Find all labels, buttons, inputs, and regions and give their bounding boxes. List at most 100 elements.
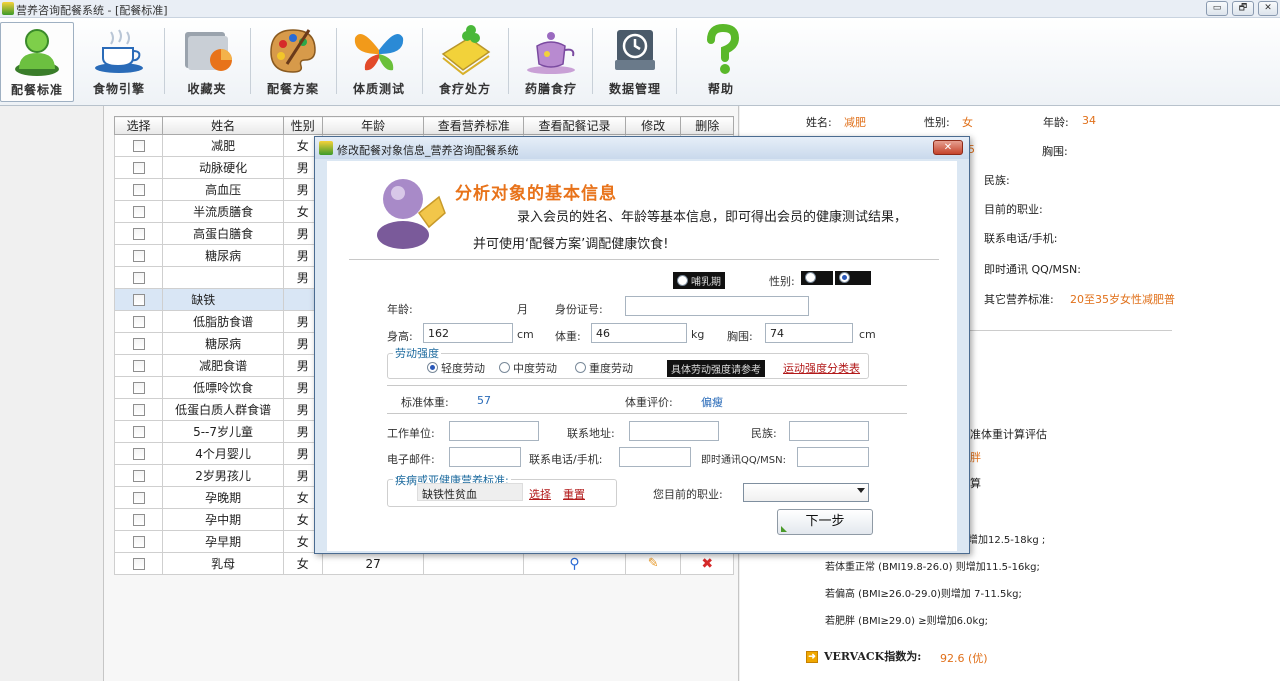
question-mark-icon	[707, 24, 740, 74]
row-select-cell[interactable]	[113, 134, 164, 157]
row-checkbox[interactable]	[132, 448, 145, 460]
restore-button[interactable]: 🗗	[1232, 1, 1254, 16]
close-button[interactable]: ✕	[1258, 1, 1278, 16]
toolbar-btn-medicinal-diet[interactable]: 药膳食疗	[510, 22, 592, 102]
toolbar-btn-constitution-test[interactable]: 体质测试	[338, 22, 420, 102]
row-select-cell[interactable]	[113, 332, 164, 355]
magnifier-icon[interactable]: ⚲	[569, 556, 579, 572]
row-select-cell[interactable]	[113, 266, 164, 289]
row-select-cell[interactable]	[113, 354, 164, 377]
row-checkbox[interactable]	[132, 338, 145, 350]
row-checkbox[interactable]	[132, 404, 145, 416]
ethnicity-input[interactable]	[789, 421, 869, 441]
toolbar-btn-diet-plan[interactable]: 配餐方案	[252, 22, 334, 102]
row-select-cell[interactable]	[113, 508, 164, 531]
col-header-nutrition-standard[interactable]: 查看营养标准	[423, 116, 525, 135]
id-number-input[interactable]	[625, 296, 809, 316]
chest-input[interactable]: 74	[765, 323, 853, 343]
height-unit: cm	[517, 328, 534, 341]
disease-select-link[interactable]: 选择	[529, 486, 551, 502]
row-select-cell[interactable]	[113, 178, 164, 201]
row-checkbox[interactable]	[132, 492, 145, 504]
disease-reset-link[interactable]: 重置	[563, 486, 585, 502]
toolbar-btn-data-management[interactable]: 数据管理	[594, 22, 676, 102]
row-select-cell[interactable]	[113, 552, 164, 575]
row-checkbox[interactable]	[132, 162, 145, 174]
toolbar-btn-favorites[interactable]: 收藏夹	[166, 22, 248, 102]
table-row[interactable]: 乳母女 27 ⚲ ✎ ✖	[113, 552, 734, 575]
row-checkbox[interactable]	[132, 470, 145, 482]
toolbar-btn-diet-standard[interactable]: 配餐标准	[0, 22, 74, 102]
labor-heavy-label: 重度劳动	[589, 362, 633, 375]
next-step-button[interactable]: 下一步	[777, 509, 873, 535]
height-input[interactable]: 162	[423, 323, 513, 343]
row-checkbox[interactable]	[132, 184, 145, 196]
row-select-cell[interactable]	[113, 420, 164, 443]
toolbar-btn-food-engine[interactable]: 食物引擎	[78, 22, 160, 102]
labor-medium-option[interactable]: 中度劳动	[499, 360, 557, 376]
row-checkbox[interactable]	[132, 514, 145, 526]
occupation-select[interactable]	[743, 483, 869, 502]
labor-classification-link[interactable]: 运动强度分类表	[783, 360, 860, 376]
row-checkbox[interactable]	[132, 536, 145, 548]
toolbar-btn-help[interactable]: 帮助	[680, 22, 762, 102]
row-checkbox[interactable]	[132, 206, 145, 218]
row-select-cell[interactable]	[113, 222, 164, 245]
dialog-close-button[interactable]: ✕	[933, 140, 963, 155]
labor-heavy-option[interactable]: 重度劳动	[575, 360, 633, 376]
row-view-standard-cell[interactable]	[423, 552, 525, 575]
row-select-cell[interactable]	[113, 200, 164, 223]
row-checkbox[interactable]	[132, 294, 145, 306]
address-input[interactable]	[629, 421, 719, 441]
gender-male-radio[interactable]	[801, 271, 833, 285]
row-select-cell[interactable]	[113, 442, 164, 465]
col-header-edit[interactable]: 修改	[624, 116, 682, 135]
col-header-age[interactable]: 年龄	[321, 116, 425, 135]
row-checkbox[interactable]	[132, 558, 145, 570]
row-delete-cell[interactable]: ✖	[680, 552, 734, 575]
detail-gender-value: 女	[962, 116, 973, 129]
col-header-delete[interactable]: 删除	[680, 116, 734, 135]
row-checkbox[interactable]	[132, 250, 145, 262]
row-checkbox[interactable]	[132, 382, 145, 394]
detail-ethnicity-label: 民族:	[984, 174, 1010, 187]
dialog-heading: 分析对象的基本信息	[455, 184, 617, 204]
row-select-cell[interactable]	[113, 244, 164, 267]
work-unit-input[interactable]	[449, 421, 539, 441]
col-header-name[interactable]: 姓名	[162, 116, 284, 135]
row-select-cell[interactable]	[113, 310, 164, 333]
col-header-gender[interactable]: 性别	[282, 116, 323, 135]
gender-label: 性别:	[769, 275, 795, 288]
standard-weight-label: 标准体重:	[401, 396, 449, 409]
delete-x-icon[interactable]: ✖	[701, 556, 713, 572]
row-select-cell[interactable]	[113, 464, 164, 487]
row-select-cell[interactable]	[113, 486, 164, 509]
row-checkbox[interactable]	[132, 140, 145, 152]
phone-input[interactable]	[619, 447, 691, 467]
row-checkbox[interactable]	[132, 360, 145, 372]
row-select-cell[interactable]	[113, 156, 164, 179]
row-checkbox[interactable]	[132, 316, 145, 328]
row-edit-cell[interactable]: ✎	[624, 552, 682, 575]
toolbar-btn-diet-prescription[interactable]: 食疗处方	[424, 22, 506, 102]
row-view-records-cell[interactable]: ⚲	[523, 552, 626, 575]
table-header-row: 选择 姓名 性别 年龄 查看营养标准 查看配餐记录 修改 删除	[113, 116, 734, 135]
row-select-cell[interactable]	[113, 530, 164, 553]
row-select-cell[interactable]	[113, 376, 164, 399]
row-select-cell[interactable]	[113, 398, 164, 421]
labor-light-option[interactable]: 轻度劳动	[427, 360, 485, 376]
gender-female-radio[interactable]	[835, 271, 871, 285]
minimize-button[interactable]: ▭	[1206, 1, 1228, 16]
email-input[interactable]	[449, 447, 521, 467]
col-header-meal-records[interactable]: 查看配餐记录	[523, 116, 626, 135]
col-header-select[interactable]: 选择	[113, 116, 164, 135]
row-checkbox[interactable]	[132, 272, 145, 284]
row-select-cell[interactable]	[113, 288, 164, 311]
pencil-icon[interactable]: ✎	[648, 556, 659, 571]
lactation-option[interactable]: 哺乳期	[673, 272, 725, 289]
im-input[interactable]	[797, 447, 869, 467]
row-checkbox[interactable]	[132, 228, 145, 240]
labor-medium-label: 中度劳动	[513, 362, 557, 375]
row-checkbox[interactable]	[132, 426, 145, 438]
weight-input[interactable]: 46	[591, 323, 687, 343]
